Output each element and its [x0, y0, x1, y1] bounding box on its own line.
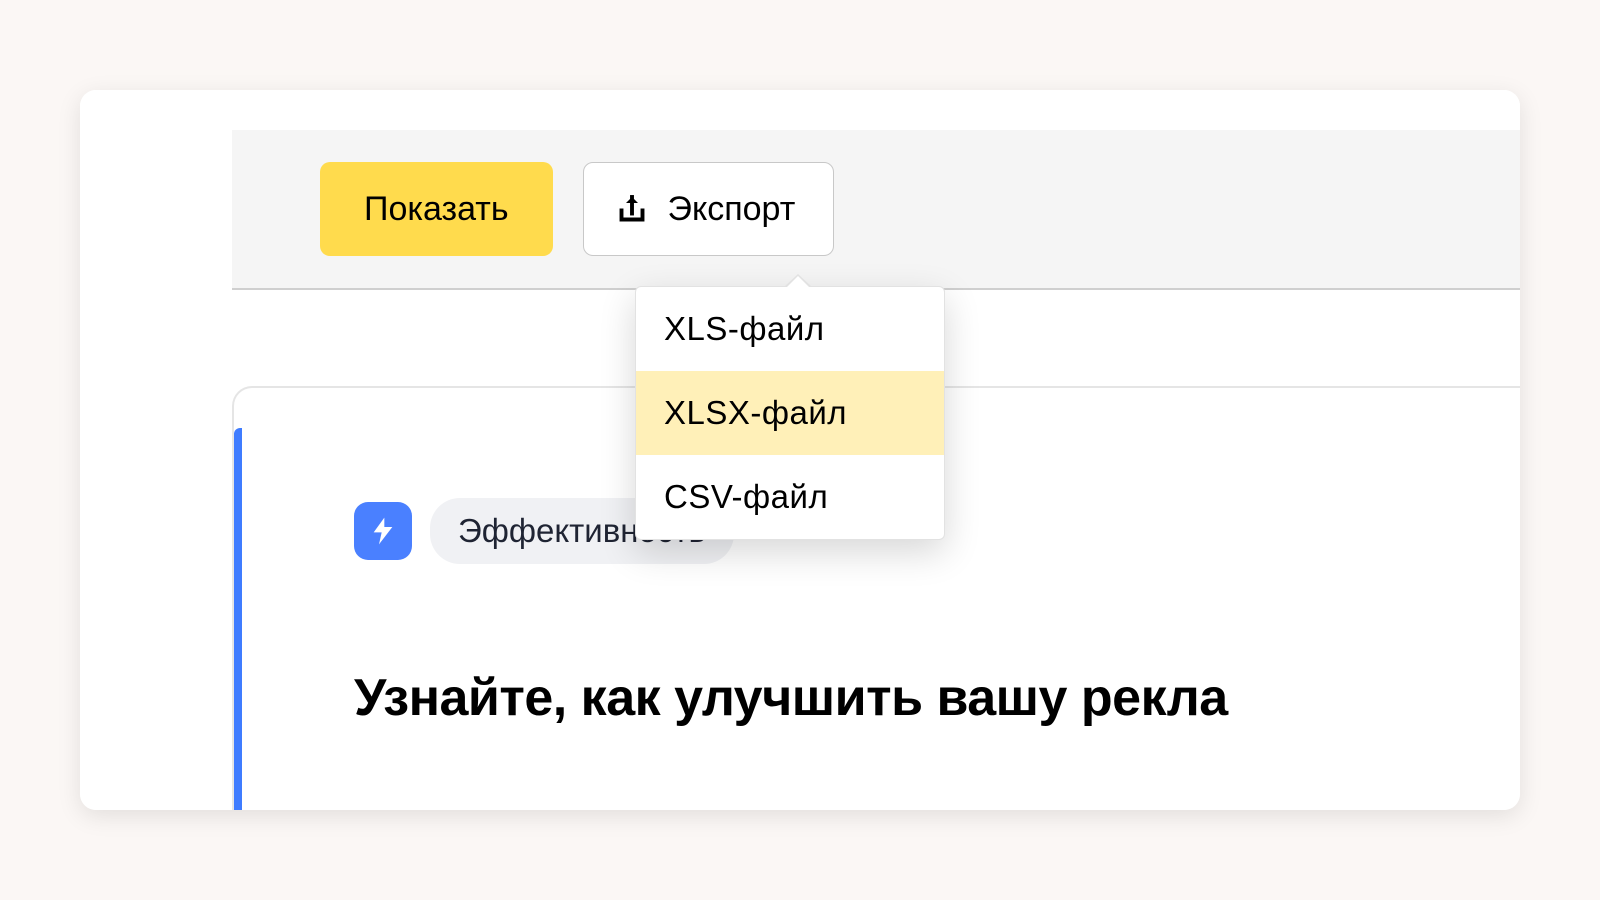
toolbar: Показать Экспорт: [232, 130, 1520, 290]
export-button-label: Экспорт: [668, 190, 796, 229]
export-option-xlsx[interactable]: XLSX-файл: [636, 371, 944, 455]
export-dropdown: XLS-файл XLSX-файл CSV-файл: [635, 286, 945, 540]
export-option-xls[interactable]: XLS-файл: [636, 287, 944, 371]
export-button[interactable]: Экспорт: [583, 162, 835, 256]
screenshot-card: Показать Экспорт Эффективность Узнайте, …: [80, 90, 1520, 810]
lightning-icon: [354, 502, 412, 560]
top-spacer: [232, 90, 1520, 130]
export-option-csv[interactable]: CSV-файл: [636, 455, 944, 539]
export-icon: [614, 191, 650, 227]
show-button[interactable]: Показать: [320, 162, 553, 256]
panel-headline: Узнайте, как улучшить вашу рекла: [354, 668, 1520, 728]
left-margin: [80, 90, 232, 810]
